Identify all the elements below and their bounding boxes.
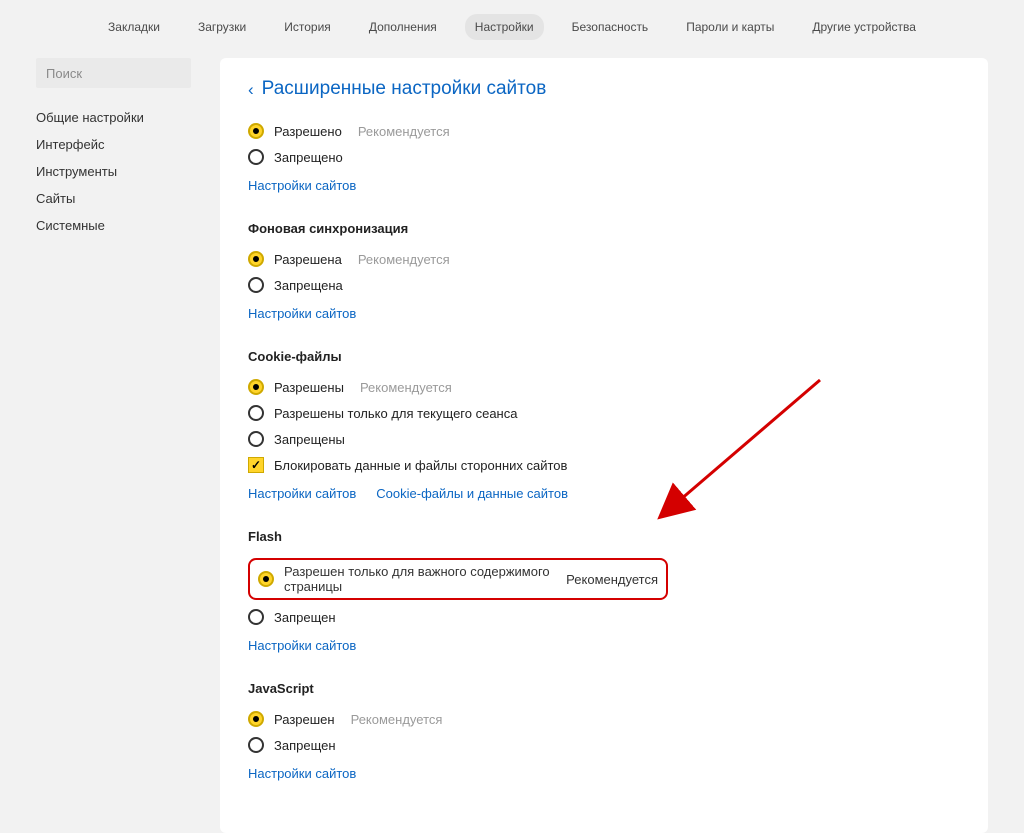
radio-icon[interactable] bbox=[248, 405, 264, 421]
sidebar-item-interface[interactable]: Интерфейс bbox=[36, 131, 204, 158]
chevron-back-icon[interactable]: ‹ bbox=[248, 81, 254, 98]
bgsync-option-deny[interactable]: Запрещена bbox=[248, 272, 960, 298]
radio-icon[interactable] bbox=[248, 149, 264, 165]
tab-bookmarks[interactable]: Закладки bbox=[98, 14, 170, 40]
flash-option-important-highlight[interactable]: Разрешен только для важного содержимого … bbox=[248, 558, 668, 600]
tab-devices[interactable]: Другие устройства bbox=[802, 14, 926, 40]
section-title: Фоновая синхронизация bbox=[248, 221, 960, 236]
radio-icon[interactable] bbox=[248, 277, 264, 293]
link-cookie-data[interactable]: Cookie-файлы и данные сайтов bbox=[376, 486, 568, 501]
radio-icon[interactable] bbox=[248, 711, 264, 727]
radio-icon[interactable] bbox=[248, 379, 264, 395]
section-title: Flash bbox=[248, 529, 960, 544]
radio-icon[interactable] bbox=[248, 123, 264, 139]
search-input[interactable] bbox=[36, 58, 191, 88]
section-bgsync: Фоновая синхронизация Разрешена Рекоменд… bbox=[248, 221, 960, 321]
top-tabs: Закладки Загрузки История Дополнения Нас… bbox=[0, 0, 1024, 58]
section-generic: Разрешено Рекомендуется Запрещено Настро… bbox=[248, 118, 960, 193]
radio-icon[interactable] bbox=[248, 431, 264, 447]
cookies-option-allow[interactable]: Разрешены Рекомендуется bbox=[248, 374, 960, 400]
section-flash: Flash Разрешен только для важного содерж… bbox=[248, 529, 960, 653]
sidebar: Общие настройки Интерфейс Инструменты Са… bbox=[36, 58, 204, 239]
generic-option-allow[interactable]: Разрешено Рекомендуется bbox=[248, 118, 960, 144]
js-option-allow[interactable]: Разрешен Рекомендуется bbox=[248, 706, 960, 732]
bgsync-option-allow[interactable]: Разрешена Рекомендуется bbox=[248, 246, 960, 272]
cookies-option-deny[interactable]: Запрещены bbox=[248, 426, 960, 452]
tab-downloads[interactable]: Загрузки bbox=[188, 14, 256, 40]
section-javascript: JavaScript Разрешен Рекомендуется Запрещ… bbox=[248, 681, 960, 781]
radio-icon[interactable] bbox=[258, 571, 274, 587]
tab-passwords[interactable]: Пароли и карты bbox=[676, 14, 784, 40]
checkbox-icon[interactable]: ✓ bbox=[248, 457, 264, 473]
link-site-settings[interactable]: Настройки сайтов bbox=[248, 486, 356, 501]
sidebar-item-tools[interactable]: Инструменты bbox=[36, 158, 204, 185]
generic-option-deny[interactable]: Запрещено bbox=[248, 144, 960, 170]
section-title: Cookie-файлы bbox=[248, 349, 960, 364]
radio-icon[interactable] bbox=[248, 609, 264, 625]
page-title: Расширенные настройки сайтов bbox=[262, 78, 547, 100]
sidebar-item-general[interactable]: Общие настройки bbox=[36, 104, 204, 131]
link-site-settings[interactable]: Настройки сайтов bbox=[248, 178, 356, 193]
section-title: JavaScript bbox=[248, 681, 960, 696]
link-site-settings[interactable]: Настройки сайтов bbox=[248, 306, 356, 321]
sidebar-item-sites[interactable]: Сайты bbox=[36, 185, 204, 212]
section-cookies: Cookie-файлы Разрешены Рекомендуется Раз… bbox=[248, 349, 960, 501]
tab-history[interactable]: История bbox=[274, 14, 341, 40]
link-site-settings[interactable]: Настройки сайтов bbox=[248, 766, 356, 781]
tab-extensions[interactable]: Дополнения bbox=[359, 14, 447, 40]
js-option-deny[interactable]: Запрещен bbox=[248, 732, 960, 758]
tab-security[interactable]: Безопасность bbox=[562, 14, 659, 40]
radio-icon[interactable] bbox=[248, 737, 264, 753]
radio-icon[interactable] bbox=[248, 251, 264, 267]
settings-card: ‹ Расширенные настройки сайтов Разрешено… bbox=[220, 58, 988, 833]
page-header[interactable]: ‹ Расширенные настройки сайтов bbox=[248, 78, 960, 100]
link-site-settings[interactable]: Настройки сайтов bbox=[248, 638, 356, 653]
flash-option-deny[interactable]: Запрещен bbox=[248, 604, 960, 630]
cookies-option-session[interactable]: Разрешены только для текущего сеанса bbox=[248, 400, 960, 426]
tab-settings[interactable]: Настройки bbox=[465, 14, 544, 40]
sidebar-item-system[interactable]: Системные bbox=[36, 212, 204, 239]
cookies-block-thirdparty[interactable]: ✓ Блокировать данные и файлы сторонних с… bbox=[248, 452, 960, 478]
